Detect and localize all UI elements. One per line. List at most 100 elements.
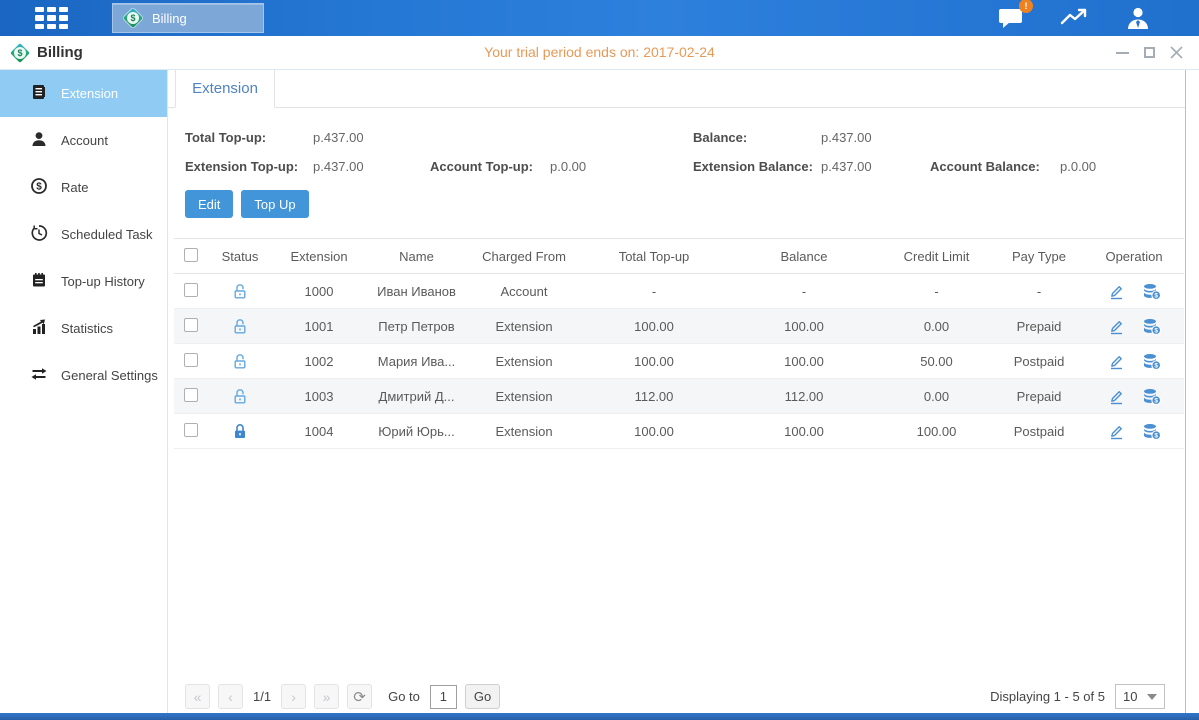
pagination-bar: « ‹ 1/1 › » ⟳ Go to Go Displaying 1 - 5 … [168,684,1185,709]
summary-panel: Total Top-up:p.437.00 Balance:p.437.00 E… [168,108,1185,174]
top-up-extension-icon[interactable]: $ [1143,283,1161,300]
refresh-icon[interactable]: ⟳ [347,684,372,709]
rate-icon: $ [30,177,48,198]
tab-label: Extension [192,80,258,97]
sidebar-item-extension[interactable]: Extension [0,70,167,117]
table-row: 1000 Иван Иванов Account - - - - [174,274,1184,309]
row-checkbox[interactable] [184,388,198,402]
col-balance: Balance [729,249,879,264]
row-checkbox[interactable] [184,318,198,332]
edit-extension-icon[interactable] [1108,388,1125,405]
top-up-button[interactable]: Top Up [241,190,308,218]
row-checkbox[interactable] [184,423,198,437]
account-balance-label: Account Balance: [930,159,1060,174]
top-up-extension-icon[interactable]: $ [1143,388,1161,405]
svg-text:$: $ [36,182,42,193]
svg-text:$: $ [1154,362,1158,369]
row-checkbox[interactable] [184,353,198,367]
lock-open-icon[interactable] [206,318,274,335]
statistics-chart-icon[interactable] [1059,6,1091,30]
edit-extension-icon[interactable] [1108,283,1125,300]
messages-icon[interactable]: ! [997,6,1025,30]
sidebar-item-topup-history[interactable]: Top-up History [0,258,167,305]
last-page-button[interactable]: » [314,684,339,709]
sidebar-item-label: General Settings [61,368,158,383]
general-settings-icon [30,365,48,386]
col-total-topup: Total Top-up [579,249,729,264]
go-button[interactable]: Go [465,684,500,709]
col-credit-limit: Credit Limit [879,249,994,264]
first-page-button[interactable]: « [185,684,210,709]
total-topup-value: p.437.00 [313,130,364,145]
statistics-icon [30,318,48,339]
sidebar-item-general-settings[interactable]: General Settings [0,352,167,399]
goto-page-input[interactable] [430,685,457,709]
balance-value: p.437.00 [821,130,872,145]
close-icon[interactable] [1169,46,1183,60]
user-account-icon[interactable] [1125,5,1151,31]
top-up-extension-icon[interactable]: $ [1143,423,1161,440]
taskbar: $ Billing ! [0,0,1199,36]
account-balance-value: p.0.00 [1060,159,1096,174]
account-icon [30,130,48,151]
col-charged-from: Charged From [469,249,579,264]
lock-closed-icon[interactable] [206,423,274,440]
chevron-down-icon [1147,694,1157,700]
sidebar-item-label: Top-up History [61,274,145,289]
page-size-select[interactable]: 10 [1115,684,1165,709]
col-pay-type: Pay Type [994,249,1084,264]
table-row: 1001 Петр Петров Extension 100.00 100.00… [174,309,1184,344]
notification-badge: ! [1019,0,1033,13]
sidebar-item-statistics[interactable]: Statistics [0,305,167,352]
edit-extension-icon[interactable] [1108,318,1125,335]
billing-window-icon: $ [10,43,30,63]
sidebar-item-label: Statistics [61,321,113,336]
toolbar: Edit Top Up [168,174,1185,218]
scheduled-task-icon [30,224,48,245]
col-operation: Operation [1084,249,1184,264]
account-topup-label: Account Top-up: [430,159,550,174]
svg-text:$: $ [1154,292,1158,299]
topup-history-icon [30,271,48,292]
sidebar: Extension Account $ Rate [0,70,168,713]
displaying-text: Displaying 1 - 5 of 5 [990,689,1105,704]
goto-label: Go to [388,689,420,704]
row-checkbox[interactable] [184,283,198,297]
top-up-extension-icon[interactable]: $ [1143,353,1161,370]
page-size-value: 10 [1123,689,1137,704]
lock-open-icon[interactable] [206,283,274,300]
table-row: 1002 Мария Ива... Extension 100.00 100.0… [174,344,1184,379]
table-row: 1004 Юрий Юрь... Extension 100.00 100.00… [174,414,1184,449]
sidebar-item-scheduled-task[interactable]: Scheduled Task [0,211,167,258]
edit-button[interactable]: Edit [185,190,233,218]
app-grid-icon[interactable] [35,7,68,29]
next-page-button[interactable]: › [281,684,306,709]
col-extension: Extension [274,249,364,264]
sidebar-item-label: Rate [61,180,88,195]
sidebar-item-label: Account [61,133,108,148]
minimize-icon[interactable] [1115,46,1129,60]
taskbar-tab-billing[interactable]: $ Billing [112,3,264,33]
top-up-extension-icon[interactable]: $ [1143,318,1161,335]
window-title: Billing [37,44,83,61]
lock-open-icon[interactable] [206,388,274,405]
taskbar-tab-label: Billing [152,11,187,26]
edit-extension-icon[interactable] [1108,353,1125,370]
account-topup-value: p.0.00 [550,159,586,174]
sidebar-item-rate[interactable]: $ Rate [0,164,167,211]
total-topup-label: Total Top-up: [185,130,313,145]
select-all-checkbox[interactable] [184,248,198,262]
prev-page-button[interactable]: ‹ [218,684,243,709]
window-titlebar: $ Billing Your trial period ends on: 201… [0,36,1199,70]
table-row: 1003 Дмитрий Д... Extension 112.00 112.0… [174,379,1184,414]
sidebar-item-account[interactable]: Account [0,117,167,164]
page-indicator: 1/1 [253,689,271,704]
lock-open-icon[interactable] [206,353,274,370]
extension-topup-label: Extension Top-up: [185,159,313,174]
window-bottom-edge [0,713,1199,720]
tab-extension[interactable]: Extension [175,70,275,108]
col-name: Name [364,249,469,264]
edit-extension-icon[interactable] [1108,423,1125,440]
maximize-icon[interactable] [1142,46,1156,60]
svg-text:$: $ [1154,327,1158,334]
